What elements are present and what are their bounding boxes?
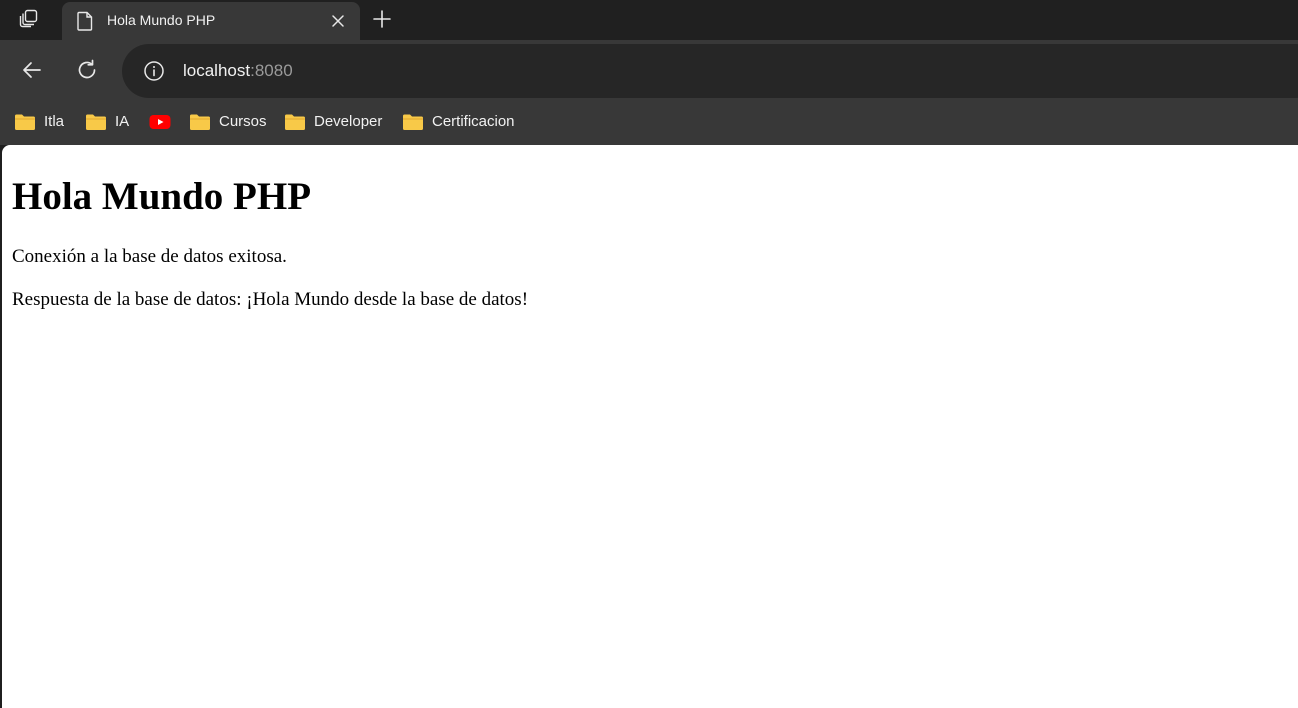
folder-icon bbox=[284, 112, 306, 132]
folder-icon bbox=[85, 112, 107, 132]
bookmark-label: Certificacion bbox=[432, 113, 515, 130]
bookmark-itla[interactable]: Itla bbox=[14, 111, 64, 133]
url-host: localhost bbox=[183, 61, 251, 80]
address-bar[interactable]: localhost:8080 bbox=[122, 44, 1298, 98]
bookmarks-bar: Itla IA Cursos Developer Certificacion bbox=[0, 98, 1298, 145]
folder-icon bbox=[14, 112, 36, 132]
bookmark-certificacion[interactable]: Certificacion bbox=[402, 111, 515, 133]
back-button[interactable] bbox=[15, 53, 49, 87]
bookmark-label: Itla bbox=[44, 113, 65, 130]
bookmark-developer[interactable]: Developer bbox=[284, 111, 382, 133]
site-info-button[interactable] bbox=[142, 59, 166, 83]
page-heading: Hola Mundo PHP bbox=[12, 175, 312, 218]
tab-actions-icon bbox=[18, 7, 40, 34]
reload-icon bbox=[78, 59, 96, 79]
tab-title: Hola Mundo PHP bbox=[107, 12, 216, 28]
active-tab[interactable]: Hola Mundo PHP bbox=[62, 2, 360, 40]
url-port: :8080 bbox=[250, 61, 293, 80]
bookmark-label: Cursos bbox=[219, 113, 267, 130]
tab-close-button[interactable] bbox=[328, 11, 348, 31]
new-tab-button[interactable] bbox=[368, 5, 396, 33]
bookmark-ia[interactable]: IA bbox=[85, 111, 129, 133]
page-viewport: Hola Mundo PHP Conexión a la base de dat… bbox=[2, 145, 1298, 708]
close-icon bbox=[332, 15, 344, 27]
page-icon bbox=[76, 11, 94, 31]
tab-strip: Hola Mundo PHP bbox=[0, 0, 1298, 40]
connection-status-text: Conexión a la base de datos exitosa. bbox=[12, 246, 287, 267]
info-icon bbox=[144, 61, 164, 81]
bookmark-cursos[interactable]: Cursos bbox=[189, 111, 267, 133]
tab-actions-button[interactable] bbox=[12, 4, 46, 36]
browser-window: Hola Mundo PHP localhost:8080 Itla IA Cu… bbox=[0, 0, 1298, 708]
reload-button[interactable] bbox=[70, 53, 104, 87]
folder-icon bbox=[402, 112, 424, 132]
bookmark-label: Developer bbox=[314, 113, 383, 130]
arrow-left-icon bbox=[23, 62, 41, 78]
url-text[interactable]: localhost:8080 bbox=[183, 61, 293, 81]
plus-icon bbox=[373, 10, 391, 28]
toolbar: localhost:8080 bbox=[0, 40, 1298, 98]
bookmark-label: IA bbox=[115, 113, 130, 130]
youtube-icon bbox=[149, 112, 171, 132]
folder-icon bbox=[189, 112, 211, 132]
database-response-text: Respuesta de la base de datos: ¡Hola Mun… bbox=[12, 289, 529, 310]
bookmark-youtube[interactable] bbox=[149, 111, 171, 133]
